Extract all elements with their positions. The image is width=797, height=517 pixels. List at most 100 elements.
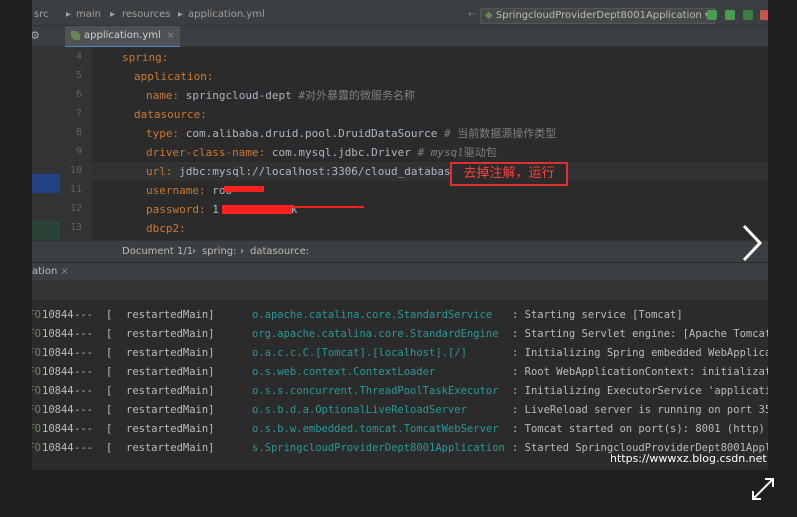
watermark: https://wwwxz.blog.csdn.net: [610, 452, 767, 465]
log-class: o.s.b.d.a.OptionalLiveReloadServer: [252, 404, 467, 416]
log-pid: 10844: [42, 328, 74, 340]
redaction-mark: [272, 206, 364, 208]
log-message: : LiveReload server is running on port 3…: [512, 404, 768, 416]
close-icon[interactable]: ×: [60, 266, 68, 277]
log-class: org.apache.catalina.core.StandardEngine: [252, 328, 499, 340]
log-separator: ---: [74, 328, 93, 340]
log-level: NFO: [32, 366, 41, 378]
breadcrumb-separator: ›: [240, 246, 244, 257]
gear-icon[interactable]: ⚙: [32, 29, 40, 42]
crumb-file[interactable]: application.yml: [188, 9, 265, 20]
tab-run-application[interactable]: ation ×: [32, 263, 69, 281]
log-pid: 10844: [42, 423, 74, 435]
crumb-main[interactable]: main: [76, 9, 101, 20]
log-level: NFO: [32, 309, 41, 321]
gutter-marker: [32, 221, 60, 240]
log-separator: ---: [74, 442, 93, 454]
yaml-value: com.alibaba.druid.pool.DruidDataSource: [179, 127, 445, 140]
yaml-key: spring:: [122, 51, 169, 64]
log-level: NFO: [32, 328, 41, 340]
arrow-icon: ⇠: [468, 9, 477, 20]
log-bracket: [: [106, 442, 113, 454]
line-number: 6: [75, 89, 82, 100]
redaction-mark: [224, 186, 264, 192]
log-thread: restartedMain]: [126, 423, 215, 435]
breadcrumb-spring[interactable]: spring:: [202, 241, 237, 263]
log-bracket: [: [106, 385, 113, 397]
expand-icon[interactable]: [751, 477, 775, 501]
folder-icon: ▸: [110, 9, 116, 20]
log-thread: restartedMain]: [126, 328, 215, 340]
yaml-comment: # 当前数据源操作类型: [444, 127, 557, 140]
yaml-comment: 驱动包: [463, 146, 497, 159]
breadcrumb-document[interactable]: Document 1/1: [122, 241, 193, 263]
editor-tab-bar: ⚙ application.yml ×: [32, 26, 768, 48]
line-number: 10: [69, 165, 82, 176]
yaml-key: url:: [146, 165, 173, 178]
line-number: 4: [75, 51, 82, 62]
log-pid: 10844: [42, 385, 74, 397]
log-bracket: [: [106, 347, 113, 359]
log-class: s.SpringcloudProviderDept8001Application: [252, 442, 505, 454]
log-pid: 10844: [42, 347, 74, 359]
log-message: : Initializing ExecutorService 'applicat…: [512, 385, 768, 397]
crumb-folder-icon: ▸: [66, 9, 72, 20]
log-thread: restartedMain]: [126, 442, 215, 454]
yaml-value: springcloud-dept: [179, 89, 299, 102]
yaml-comment: mysql: [430, 146, 464, 159]
code-line: username: roo: [146, 181, 232, 200]
log-bracket: [: [106, 423, 113, 435]
yaml-value: com.mysql.jdbc.Driver: [265, 146, 418, 159]
log-bracket: [: [106, 404, 113, 416]
run-panel-tabs: ation ×: [32, 262, 768, 281]
debug-icon[interactable]: [725, 10, 735, 20]
log-message: : Starting service [Tomcat]: [512, 309, 683, 321]
yaml-key: username:: [146, 184, 206, 197]
next-arrow-icon[interactable]: [738, 222, 766, 264]
coverage-icon[interactable]: [743, 10, 753, 20]
spring-leaf-icon: [71, 30, 80, 40]
run-configuration-label: SpringcloudProviderDept8001Application: [495, 10, 702, 21]
log-separator: ---: [74, 423, 93, 435]
run-panel-toolbar: [32, 280, 768, 301]
log-class: o.apache.catalina.core.StandardService: [252, 309, 493, 321]
log-pid: 10844: [42, 442, 74, 454]
tab-application-yml[interactable]: application.yml ×: [65, 26, 181, 48]
log-class: o.s.b.w.embedded.tomcat.TomcatWebServer: [252, 423, 499, 435]
tab-label: ation: [32, 266, 58, 277]
code-editor[interactable]: 4 5 6 7 8 9 10 11 12 13 spring: applicat…: [32, 47, 768, 240]
code-line: url: jdbc:mysql://localhost:3306/cloud_d…: [146, 162, 457, 181]
log-pid: 10844: [42, 309, 74, 321]
log-class: o.s.s.concurrent.ThreadPoolTaskExecutor: [252, 385, 499, 397]
console-output[interactable]: NFO10844---[restartedMain]o.apache.catal…: [32, 301, 768, 470]
run-icon[interactable]: [707, 10, 717, 20]
log-level: NFO: [32, 404, 41, 416]
line-number: 13: [69, 222, 82, 233]
yaml-key: dbcp2:: [146, 222, 186, 235]
code-line: spring:: [122, 48, 168, 67]
log-message: : Root WebApplicationContext: initializa…: [512, 366, 768, 378]
log-message: : Starting Servlet engine: [Apache Tomca…: [512, 328, 768, 340]
line-number: 12: [69, 203, 82, 214]
yaml-comment: #对外暴露的微服务名称: [298, 89, 415, 102]
breadcrumb-datasource[interactable]: datasource:: [250, 241, 309, 263]
navigation-bar: src ▸ main ▸ resources ▸ application.yml…: [32, 0, 768, 26]
log-level: NFO: [32, 385, 41, 397]
code-line: dbcp2:: [146, 219, 186, 238]
log-separator: ---: [74, 385, 93, 397]
yaml-file-icon: ▸: [178, 9, 184, 20]
line-number: 11: [69, 184, 82, 195]
log-separator: ---: [74, 347, 93, 359]
crumb-resources[interactable]: resources: [122, 9, 170, 20]
close-icon[interactable]: ×: [167, 31, 175, 41]
log-bracket: [: [106, 328, 113, 340]
stop-icon[interactable]: [760, 10, 768, 20]
log-thread: restartedMain]: [126, 366, 215, 378]
log-bracket: [: [106, 309, 113, 321]
code-line: driver-class-name: com.mysql.jdbc.Driver…: [146, 143, 497, 162]
crumb-src[interactable]: src: [34, 9, 49, 20]
log-level: NFO: [32, 423, 41, 435]
log-message: : Tomcat started on port(s): 8001 (http)…: [512, 423, 768, 435]
run-configuration-select[interactable]: ◆ SpringcloudProviderDept8001Application…: [480, 8, 716, 24]
code-line: name: springcloud-dept #对外暴露的微服务名称: [146, 86, 415, 105]
